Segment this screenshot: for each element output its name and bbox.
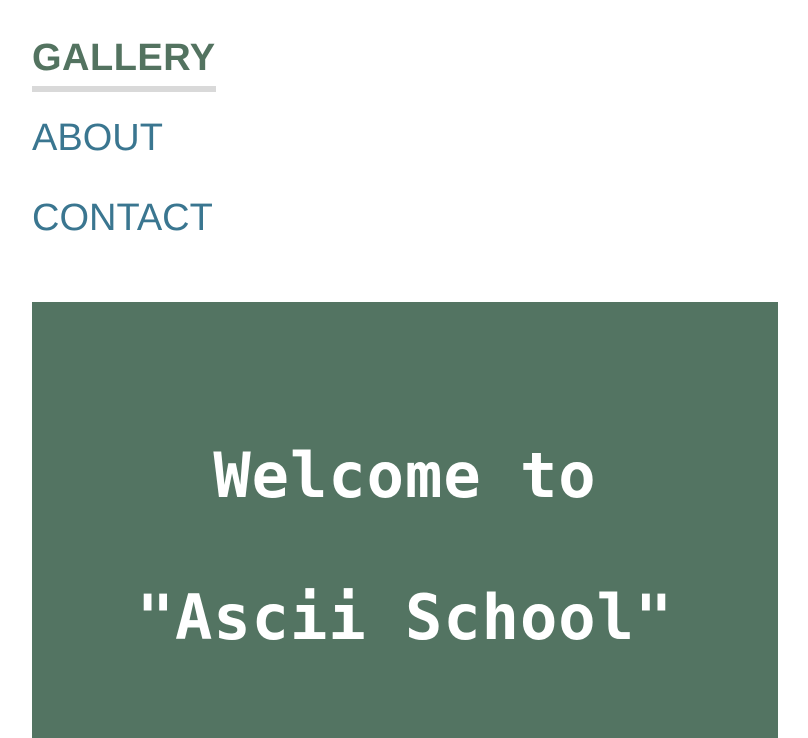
nav-item-gallery[interactable]: GALLERY — [32, 36, 216, 92]
hero-banner: Welcome to "Ascii School" — [32, 302, 778, 738]
nav-item-contact[interactable]: CONTACT — [32, 196, 213, 240]
nav-item-about[interactable]: ABOUT — [32, 116, 163, 160]
hero-title-line-1: Welcome to — [213, 439, 597, 512]
hero-title-line-2: "Ascii School" — [136, 581, 674, 654]
